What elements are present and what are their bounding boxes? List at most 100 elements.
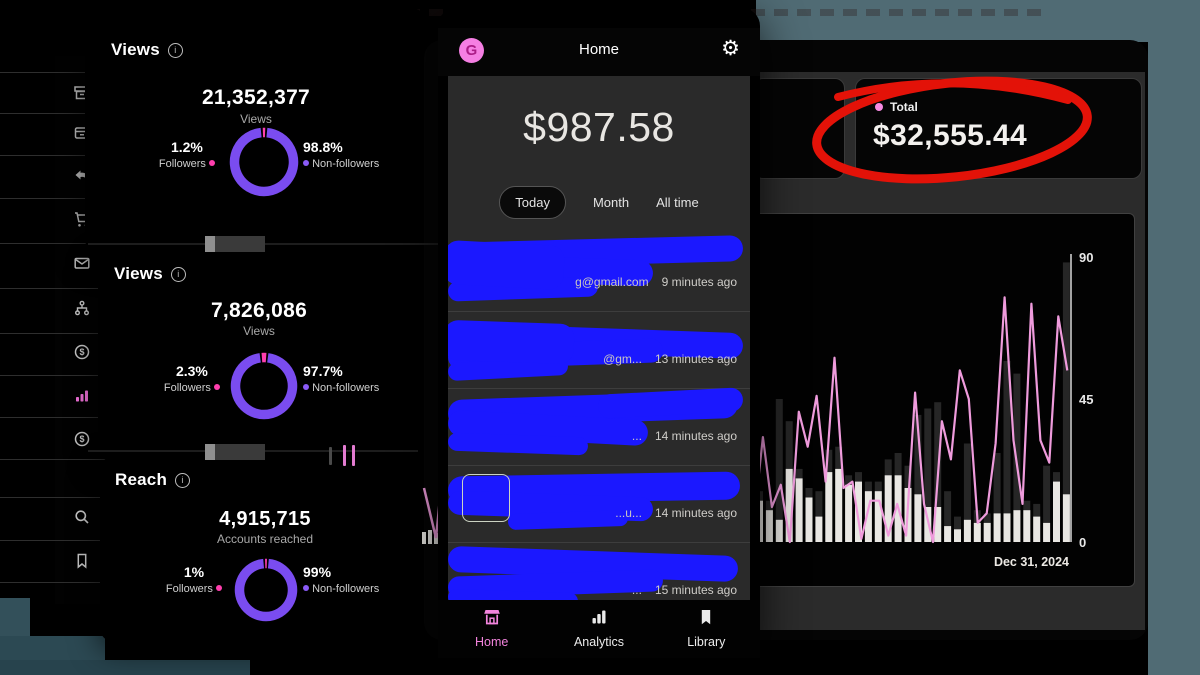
page-title: Home — [438, 41, 760, 58]
phone-header: G Home ⚙ — [438, 28, 760, 76]
svg-text:Dec 31, 2024: Dec 31, 2024 — [994, 555, 1069, 569]
views-count: 7,826,086 — [98, 299, 420, 323]
info-icon[interactable]: i — [171, 267, 186, 282]
chart-fragment-tick — [329, 447, 332, 465]
timestamp: 14 minutes ago — [655, 506, 737, 520]
sidebar-item-dollar[interactable]: $ — [72, 342, 92, 362]
search-icon — [72, 507, 92, 527]
reach-count-label: Accounts reached — [100, 532, 430, 546]
time-range-tabs: Today Month All time — [448, 186, 750, 219]
backdrop-right-strip — [1148, 0, 1200, 675]
transaction-row[interactable]: ... 15 minutes ago — [448, 543, 750, 600]
tab-month[interactable]: Month — [593, 195, 629, 210]
sidebar-divider — [0, 497, 110, 498]
storefront-icon — [482, 607, 502, 627]
redaction-scribble — [448, 433, 588, 456]
phone-body: $987.58 Today Month All time g@gmail.com9 … — [448, 76, 750, 600]
followers-donut-chart — [234, 558, 298, 622]
settings-gear-icon[interactable]: ⚙ — [721, 36, 740, 61]
sidebar-divider — [0, 417, 110, 418]
analytics-icon — [589, 607, 609, 627]
sidebar-item-mail[interactable] — [72, 253, 92, 273]
transaction-meta: ...14 minutes ago — [632, 427, 737, 445]
email-fragment: @gm... — [603, 352, 642, 366]
transactions-list: g@gmail.com9 minutes ago @gm... 13 minutes… — [448, 235, 750, 600]
scrollbar-thumb-dark[interactable] — [215, 236, 265, 252]
insights-panel-views-2: Viewsi 7,826,086 Views 2.3% Followers 97… — [98, 253, 420, 458]
scrollbar-thumb[interactable] — [205, 236, 215, 252]
followers-stat: 1.2% Followers — [159, 139, 215, 170]
panel-title: Reachi — [115, 470, 190, 490]
collage-canvas: $$ Viewsi 21,352,377 Views 1.2% Follower… — [0, 0, 1200, 675]
sidebar-divider — [0, 540, 110, 541]
insights-panel-views-1: Viewsi 21,352,377 Views 1.2% Followers 9… — [85, 8, 427, 255]
pink-dot — [209, 160, 215, 166]
panel-title: Viewsi — [114, 264, 186, 284]
scrollbar-thumb-dark[interactable] — [215, 444, 265, 460]
backdrop-bottom-left-3 — [0, 660, 250, 675]
transaction-meta: ... 15 minutes ago — [632, 581, 737, 599]
tab-all-time[interactable]: All time — [656, 195, 699, 210]
views-count-label: Views — [98, 324, 420, 338]
total-earnings-card: Total $32,555.44 — [855, 78, 1142, 179]
info-icon[interactable]: i — [168, 43, 183, 58]
svg-text:0: 0 — [1079, 535, 1086, 550]
transaction-row[interactable]: g@gmail.com9 minutes ago — [448, 235, 750, 312]
sidebar-item-search[interactable] — [72, 507, 92, 527]
email-fragment: ... — [632, 583, 642, 597]
insights-panel-reach: Reachi 4,915,715 Accounts reached 1% Fol… — [100, 456, 430, 642]
sidebar-divider — [0, 288, 110, 289]
thumbnail-box — [462, 474, 510, 522]
transaction-row[interactable]: ...14 minutes ago — [448, 389, 750, 466]
nav-item-analytics[interactable]: Analytics — [559, 607, 639, 649]
svg-text:90: 90 — [1079, 250, 1093, 265]
timestamp: 15 minutes ago — [655, 583, 737, 597]
earnings-chart-card: 90 45 0 Dec 31, 2024 — [740, 213, 1135, 587]
followers-stat: 1% Followers — [166, 564, 222, 595]
redaction-scribble — [508, 510, 628, 530]
svg-text:45: 45 — [1079, 392, 1093, 407]
nav-label: Library — [666, 635, 746, 649]
timestamp: 13 minutes ago — [655, 352, 737, 366]
tab-today[interactable]: Today — [499, 186, 566, 219]
chart-fragment-tick-pink — [352, 445, 355, 466]
followers-donut-chart — [230, 352, 298, 420]
non-followers-stat: 99% Non-followers — [303, 564, 379, 595]
svg-text:$: $ — [79, 347, 84, 357]
dollar-icon: $ — [72, 429, 92, 449]
org-icon — [72, 298, 92, 318]
email-fragment: ...u... — [615, 506, 642, 520]
sidebar-divider — [0, 333, 110, 334]
followers-donut-chart — [229, 127, 299, 197]
transaction-row[interactable]: @gm... 13 minutes ago — [448, 312, 750, 389]
purple-dot — [303, 160, 309, 166]
scrollbar-thumb[interactable] — [205, 444, 215, 460]
bar-chart-icon — [72, 385, 92, 405]
timestamp: 9 minutes ago — [662, 275, 737, 289]
transaction-row[interactable]: ...u... 14 minutes ago — [448, 466, 750, 543]
reach-count: 4,915,715 — [100, 508, 430, 531]
views-count-label: Views — [85, 112, 427, 126]
svg-text:$: $ — [79, 434, 84, 444]
stat-card-partial — [753, 78, 845, 179]
sidebar-item-org[interactable] — [72, 298, 92, 318]
earnings-chart: 90 45 0 Dec 31, 2024 — [741, 214, 1134, 586]
nav-label: Analytics — [559, 635, 639, 649]
balance-amount: $987.58 — [448, 104, 750, 151]
backdrop-top-strip — [756, 0, 1200, 42]
transaction-meta: g@gmail.com9 minutes ago — [575, 273, 737, 291]
dollar-icon: $ — [72, 342, 92, 362]
sidebar-item-bookmark[interactable] — [72, 551, 92, 571]
nav-item-home[interactable]: Home — [452, 607, 532, 649]
total-dot — [875, 103, 883, 111]
sidebar-divider — [0, 375, 110, 376]
sidebar-divider — [0, 459, 110, 460]
nav-item-library[interactable]: Library — [666, 607, 746, 649]
sidebar-item-dollar[interactable]: $ — [72, 429, 92, 449]
info-icon[interactable]: i — [175, 473, 190, 488]
panel-title: Viewsi — [111, 40, 183, 60]
redaction-scribble — [448, 240, 565, 290]
transaction-meta: ...u... 14 minutes ago — [615, 504, 737, 522]
sidebar-item-bar-chart[interactable] — [72, 385, 92, 405]
nav-label: Home — [452, 635, 532, 649]
